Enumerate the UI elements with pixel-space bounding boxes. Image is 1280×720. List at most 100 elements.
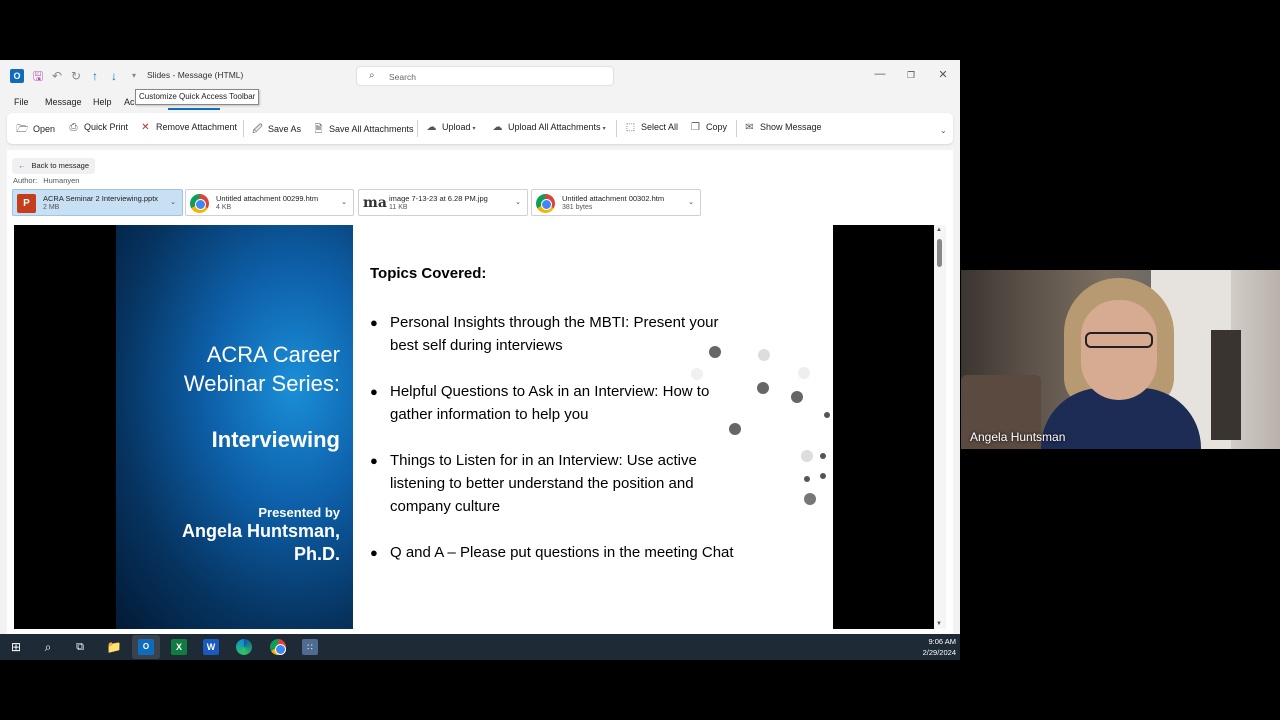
attachment-item[interactable]: P ACRA Seminar 2 Interviewing.pptx 2 MB … bbox=[12, 189, 183, 216]
title-bar: O 🖫 ↶ ↻ ↑ ↓ ▾ Slides - Message (HTML) ⌕ … bbox=[0, 60, 960, 92]
chevron-down-icon[interactable]: ⌄ bbox=[688, 198, 694, 206]
chevron-down-icon[interactable]: ⌄ bbox=[170, 198, 176, 206]
search-icon[interactable]: ⌕ bbox=[40, 639, 56, 655]
bullet-icon: ● bbox=[370, 384, 378, 399]
attachment-preview[interactable]: ACRA Career Webinar Series: Interviewing… bbox=[14, 225, 934, 629]
edge-icon[interactable] bbox=[236, 639, 252, 655]
quick-print-button[interactable]: ⎙ Quick Print bbox=[67, 122, 129, 133]
chrome-icon[interactable] bbox=[270, 639, 286, 655]
topic-bullet: ● Personal Insights through the MBTI: Pre… bbox=[370, 311, 740, 357]
presenter-name: Angela Huntsman, bbox=[181, 521, 340, 541]
presented-by-label: Presented by bbox=[258, 505, 340, 520]
participant-name: Angela Huntsman bbox=[970, 430, 1066, 444]
vertical-scrollbar[interactable]: ▲ ▼ bbox=[934, 225, 946, 629]
upload-all-attachments-button[interactable]: ☁ Upload All Attachments ▾ bbox=[491, 122, 606, 133]
topic-bullet: ● Helpful Questions to Ask in an Intervie… bbox=[370, 380, 740, 426]
tab-attachments[interactable]: Ac bbox=[124, 97, 135, 107]
scrollbar-thumb[interactable] bbox=[937, 239, 942, 267]
attachment-item[interactable]: Untitled attachment 00299.htm 4 KB ⌄ bbox=[185, 189, 354, 216]
undo-icon[interactable]: ↶ bbox=[50, 69, 64, 83]
chevron-down-icon: ▾ bbox=[602, 126, 606, 132]
ribbon-separator bbox=[417, 120, 418, 137]
bullet-icon: ● bbox=[370, 453, 378, 468]
upload-button[interactable]: ☁ Upload ▾ bbox=[425, 122, 476, 133]
decorative-dot bbox=[791, 391, 803, 403]
task-view-icon[interactable]: ⧉ bbox=[72, 639, 88, 655]
scroll-down-icon[interactable]: ▼ bbox=[936, 621, 942, 627]
minimize-button[interactable]: — bbox=[872, 68, 888, 80]
decorative-dot bbox=[758, 349, 770, 361]
save-all-icon: 🗎 bbox=[314, 124, 323, 135]
chevron-down-icon: ▾ bbox=[472, 126, 476, 132]
cloud-upload-icon: ☁ bbox=[426, 122, 437, 133]
save-icon[interactable]: 🖫 bbox=[31, 69, 45, 83]
next-item-icon[interactable]: ↓ bbox=[107, 69, 121, 83]
slide-title-panel: ACRA Career Webinar Series: Interviewing… bbox=[116, 225, 353, 629]
participant-glasses bbox=[1085, 332, 1153, 348]
taskbar: ⊞ ⌕ ⧉ 📁 O X W ∷ 9:06 AM 2/29/2024 bbox=[0, 634, 960, 660]
save-as-icon: 🖉 bbox=[252, 124, 263, 135]
redo-icon[interactable]: ↻ bbox=[69, 69, 83, 83]
decorative-dot bbox=[804, 493, 816, 505]
search-placeholder: Search bbox=[389, 72, 416, 82]
calculator-icon[interactable]: ∷ bbox=[302, 639, 318, 655]
excel-icon[interactable]: X bbox=[171, 639, 187, 655]
decorative-dot bbox=[798, 367, 810, 379]
file-explorer-icon[interactable]: 📁 bbox=[106, 639, 122, 655]
chrome-icon bbox=[536, 194, 555, 213]
screen: O 🖫 ↶ ↻ ↑ ↓ ▾ Slides - Message (HTML) ⌕ … bbox=[0, 0, 1280, 720]
tab-message[interactable]: Message bbox=[45, 97, 82, 107]
back-to-message-button[interactable]: ← Back to message bbox=[12, 158, 96, 174]
attachment-item[interactable]: ma image 7-13-23 at 6.28 PM.jpg 11 KB ⌄ bbox=[358, 189, 528, 216]
outlook-window: O 🖫 ↶ ↻ ↑ ↓ ▾ Slides - Message (HTML) ⌕ … bbox=[0, 60, 960, 634]
clock-date[interactable]: 2/29/2024 bbox=[900, 648, 956, 657]
select-all-button[interactable]: ⬚ Select All bbox=[624, 122, 678, 133]
save-as-button[interactable]: 🖉 Save As bbox=[251, 122, 301, 139]
slide-content-panel: Topics Covered: ● Personal Insights throu… bbox=[353, 225, 833, 629]
scroll-up-icon[interactable]: ▲ bbox=[936, 227, 942, 233]
decorative-dot bbox=[691, 368, 703, 380]
tab-file[interactable]: File bbox=[14, 97, 29, 107]
clock-time[interactable]: 9:06 AM bbox=[900, 637, 956, 646]
tab-help[interactable]: Help bbox=[93, 97, 112, 107]
ribbon-separator bbox=[736, 120, 737, 137]
outlook-app-icon[interactable]: O bbox=[10, 69, 24, 83]
arrow-left-icon: ← bbox=[18, 161, 26, 170]
folder-open-icon: 🗁 bbox=[16, 124, 29, 135]
decorative-dot bbox=[804, 476, 810, 482]
topic-bullet: ● Things to Listen for in an Interview: U… bbox=[370, 449, 740, 518]
remove-attachment-button[interactable]: ✕ Remove Attachment bbox=[139, 122, 237, 133]
outlook-icon[interactable]: O bbox=[138, 639, 154, 655]
active-tab-indicator bbox=[168, 108, 220, 110]
open-button[interactable]: 🗁 Open bbox=[16, 122, 55, 139]
ribbon-separator bbox=[616, 120, 617, 137]
slide-title: Webinar Series: bbox=[183, 371, 340, 396]
customize-toolbar-icon[interactable]: ▾ bbox=[127, 69, 141, 83]
word-icon[interactable]: W bbox=[203, 639, 219, 655]
powerpoint-icon: P bbox=[17, 194, 36, 213]
bullet-icon: ● bbox=[370, 315, 378, 330]
previous-item-icon[interactable]: ↑ bbox=[88, 69, 102, 83]
decorative-dot bbox=[729, 423, 741, 435]
chevron-down-icon[interactable]: ⌄ bbox=[940, 126, 947, 135]
search-input[interactable]: ⌕ Search bbox=[356, 66, 614, 86]
decorative-dot bbox=[757, 382, 769, 394]
show-message-button[interactable]: ✉ Show Message bbox=[743, 122, 821, 133]
restore-button[interactable]: ❐ bbox=[903, 70, 919, 81]
attachment-item[interactable]: Untitled attachment 00302.htm 381 bytes … bbox=[531, 189, 701, 216]
decorative-dot bbox=[820, 473, 826, 479]
decorative-dot bbox=[801, 450, 813, 462]
copy-button[interactable]: ❐ Copy bbox=[689, 122, 727, 133]
chevron-down-icon[interactable]: ⌄ bbox=[341, 198, 347, 206]
select-all-icon: ⬚ bbox=[625, 122, 636, 133]
reading-pane: ← Back to message Author: Humanyen P ACRA … bbox=[7, 150, 953, 634]
ribbon-separator bbox=[243, 120, 244, 137]
windows-start-icon[interactable]: ⊞ bbox=[8, 639, 24, 655]
decorative-dot bbox=[709, 346, 721, 358]
bullet-icon: ● bbox=[370, 545, 378, 560]
chevron-down-icon[interactable]: ⌄ bbox=[515, 198, 521, 206]
close-button[interactable]: ✕ bbox=[935, 68, 951, 81]
author-line: Author: Humanyen bbox=[13, 176, 80, 185]
save-all-attachments-button[interactable]: 🗎 Save All Attachments bbox=[312, 122, 413, 139]
copy-icon: ❐ bbox=[691, 122, 700, 133]
